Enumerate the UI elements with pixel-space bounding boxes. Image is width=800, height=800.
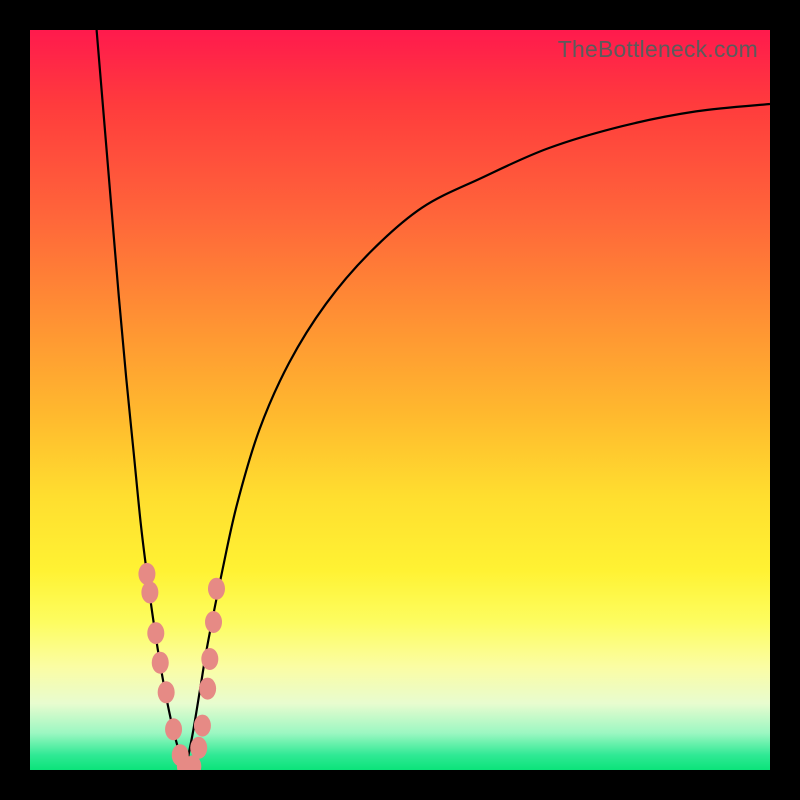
scatter-dot — [199, 678, 216, 700]
scatter-dot — [165, 718, 182, 740]
scatter-dot — [208, 578, 225, 600]
scatter-dot — [152, 652, 169, 674]
scatter-dot — [190, 737, 207, 759]
scatter-dot — [201, 648, 218, 670]
scatter-dot — [141, 581, 158, 603]
chart-frame: TheBottleneck.com — [0, 0, 800, 800]
scatter-dot — [194, 715, 211, 737]
chart-svg — [30, 30, 770, 770]
curve-left-branch — [97, 30, 186, 770]
scatter-dot — [138, 563, 155, 585]
scatter-dot — [147, 622, 164, 644]
curve-right-branch — [185, 104, 770, 770]
scatter-dot — [158, 681, 175, 703]
chart-plot-area: TheBottleneck.com — [30, 30, 770, 770]
scatter-dots-group — [138, 563, 225, 770]
scatter-dot — [205, 611, 222, 633]
